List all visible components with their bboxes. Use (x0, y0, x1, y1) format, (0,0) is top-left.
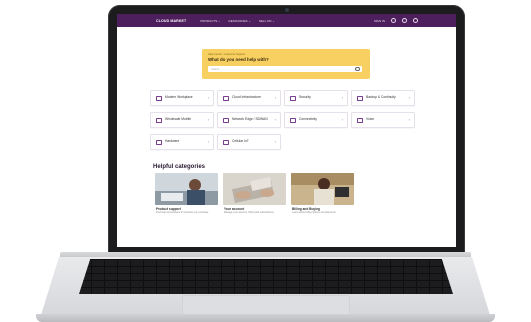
nav-link-sell[interactable]: SELL ON ⌄ (259, 19, 275, 23)
laptop-front-edge (36, 314, 495, 322)
chevron-down-icon: › (274, 139, 276, 144)
cart-icon[interactable] (413, 18, 418, 23)
category-card[interactable]: Wholesale Mobile › (150, 112, 214, 128)
chevron-down-icon: › (341, 117, 343, 122)
helpful-image (291, 173, 354, 205)
laptop-hinge (60, 252, 471, 257)
chevron-down-icon: › (408, 117, 410, 122)
chevron-down-icon: › (341, 95, 343, 100)
category-icon (357, 95, 363, 101)
category-label: Connectivity (299, 117, 317, 122)
search-banner: Help Center / Customer Support What do y… (202, 49, 370, 79)
category-icon (223, 117, 229, 123)
category-label: Cellular IoT (232, 139, 249, 144)
category-icon (156, 139, 162, 145)
laptop-screen: CLOUD MARKET PRODUCTS ⌄ RESOURCES ⌄ SELL… (117, 14, 456, 247)
category-card[interactable]: Cloud Infrastructure › (217, 90, 281, 106)
helpful-image (223, 173, 286, 205)
category-icon (156, 117, 162, 123)
brand-logo[interactable]: CLOUD MARKET (156, 19, 186, 23)
chevron-down-icon: › (207, 117, 209, 122)
helpful-categories-title: Helpful categories (153, 164, 206, 170)
helpful-card-billing[interactable]: Billing and Buying Learn about billing o… (291, 173, 354, 219)
category-label: Security (299, 95, 311, 100)
helpful-desc: Manage your account, billing and subscri… (224, 210, 274, 214)
breadcrumb: Help Center / Customer Support (208, 53, 246, 56)
helpful-desc: Learn about billing options and payments (292, 210, 336, 214)
category-icon (357, 117, 363, 123)
category-icon (290, 117, 296, 123)
helpful-image (155, 173, 218, 205)
keyboard (79, 259, 453, 294)
keyboard-keys (79, 259, 453, 294)
top-nav: CLOUD MARKET PRODUCTS ⌄ RESOURCES ⌄ SELL… (117, 14, 456, 27)
nav-link-resources[interactable]: RESOURCES ⌄ (229, 19, 251, 23)
category-label: Backup & Continuity (366, 95, 396, 100)
banner-title: What do you need help with? (208, 57, 269, 62)
helpful-card-your-account[interactable]: Your account Manage your account, billin… (223, 173, 286, 219)
nav-right: SIGN IN (374, 18, 418, 23)
camera-icon (284, 8, 289, 12)
category-card[interactable]: Backup & Continuity › (351, 90, 415, 106)
category-card[interactable]: Hardware › (150, 134, 214, 150)
helpful-card-product-support[interactable]: Product support Find help and answers fo… (155, 173, 218, 219)
chevron-down-icon: › (274, 117, 276, 122)
category-label: Cloud Infrastructure (232, 95, 261, 100)
category-icon (223, 95, 229, 101)
chevron-down-icon: › (207, 139, 209, 144)
search-placeholder: Search (211, 67, 220, 71)
nav-links: PRODUCTS ⌄ RESOURCES ⌄ SELL ON ⌄ (200, 19, 274, 23)
category-label: Hardware (165, 139, 180, 144)
category-icon (156, 95, 162, 101)
nav-link-products[interactable]: PRODUCTS ⌄ (200, 19, 220, 23)
search-icon[interactable] (355, 66, 360, 72)
user-icon[interactable] (402, 18, 407, 23)
category-card[interactable]: Network Edge / SDWAN › (217, 112, 281, 128)
chevron-down-icon: › (274, 95, 276, 100)
chevron-down-icon: › (207, 95, 209, 100)
laptop-lid: CLOUD MARKET PRODUCTS ⌄ RESOURCES ⌄ SELL… (108, 5, 465, 257)
category-label: Voice (366, 117, 375, 122)
category-card[interactable]: Security › (284, 90, 348, 106)
category-card[interactable]: Connectivity › (284, 112, 348, 128)
category-card[interactable]: Voice › (351, 112, 415, 128)
category-label: Wholesale Mobile (165, 117, 192, 122)
category-card[interactable]: Modern Workplace › (150, 90, 214, 106)
search-input[interactable]: Search (208, 66, 362, 72)
sign-in-link[interactable]: SIGN IN (374, 19, 385, 23)
category-icon (290, 95, 296, 101)
search-icon[interactable] (391, 18, 396, 23)
category-icon (223, 139, 229, 145)
chevron-down-icon: › (408, 95, 410, 100)
category-card[interactable]: Cellular IoT › (217, 134, 281, 150)
category-label: Network Edge / SDWAN (232, 117, 268, 122)
helpful-desc: Find help and answers for products you p… (156, 210, 209, 214)
category-label: Modern Workplace (165, 95, 193, 100)
